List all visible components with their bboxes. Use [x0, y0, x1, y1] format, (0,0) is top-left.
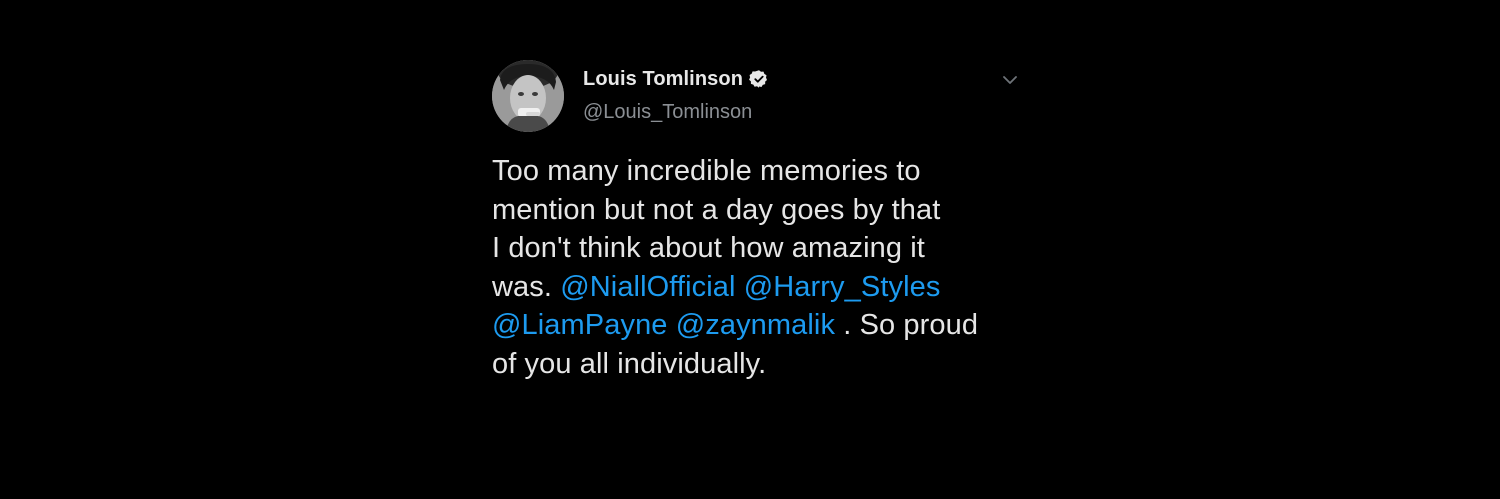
author-names: Louis Tomlinson @Louis_Tomlinson — [583, 67, 769, 124]
avatar[interactable] — [492, 60, 564, 132]
mention-link-liampayne[interactable]: @LiamPayne — [492, 309, 668, 341]
tweet-text-line: I don't think about how amazing it — [492, 232, 925, 264]
avatar-photo — [492, 60, 564, 132]
tweet-text: Too many incredible memories to mention … — [492, 152, 1012, 383]
tweet-text-line: Too many incredible memories to — [492, 155, 921, 187]
tweet-header: Louis Tomlinson @Louis_Tomlinson — [492, 58, 1032, 138]
mention-link-niallofficial[interactable]: @NiallOfficial — [560, 271, 735, 303]
tweet-text-line: @LiamPayne @zaynmalik . So proud — [492, 306, 1012, 345]
chevron-down-icon[interactable] — [1000, 70, 1020, 90]
mention-link-harry-styles[interactable]: @Harry_Styles — [744, 271, 941, 303]
tweet-card: Louis Tomlinson @Louis_Tomlinson Too man… — [492, 58, 1032, 383]
verified-badge-icon — [749, 70, 768, 88]
display-name-row: Louis Tomlinson — [583, 67, 769, 91]
tweet-text-fragment: was. — [492, 270, 553, 303]
display-name[interactable]: Louis Tomlinson — [583, 68, 743, 91]
user-handle[interactable]: @Louis_Tomlinson — [583, 101, 769, 124]
tweet-text-line: mention but not a day goes by that — [492, 193, 941, 226]
tweet-text-line: of you all individually. — [492, 347, 767, 380]
tweet-text-line: was. @NiallOfficial @Harry_Styles — [492, 268, 1012, 307]
tweet-text-fragment: . So proud — [843, 309, 979, 341]
mention-link-zaynmalik[interactable]: @zaynmalik — [676, 309, 835, 341]
